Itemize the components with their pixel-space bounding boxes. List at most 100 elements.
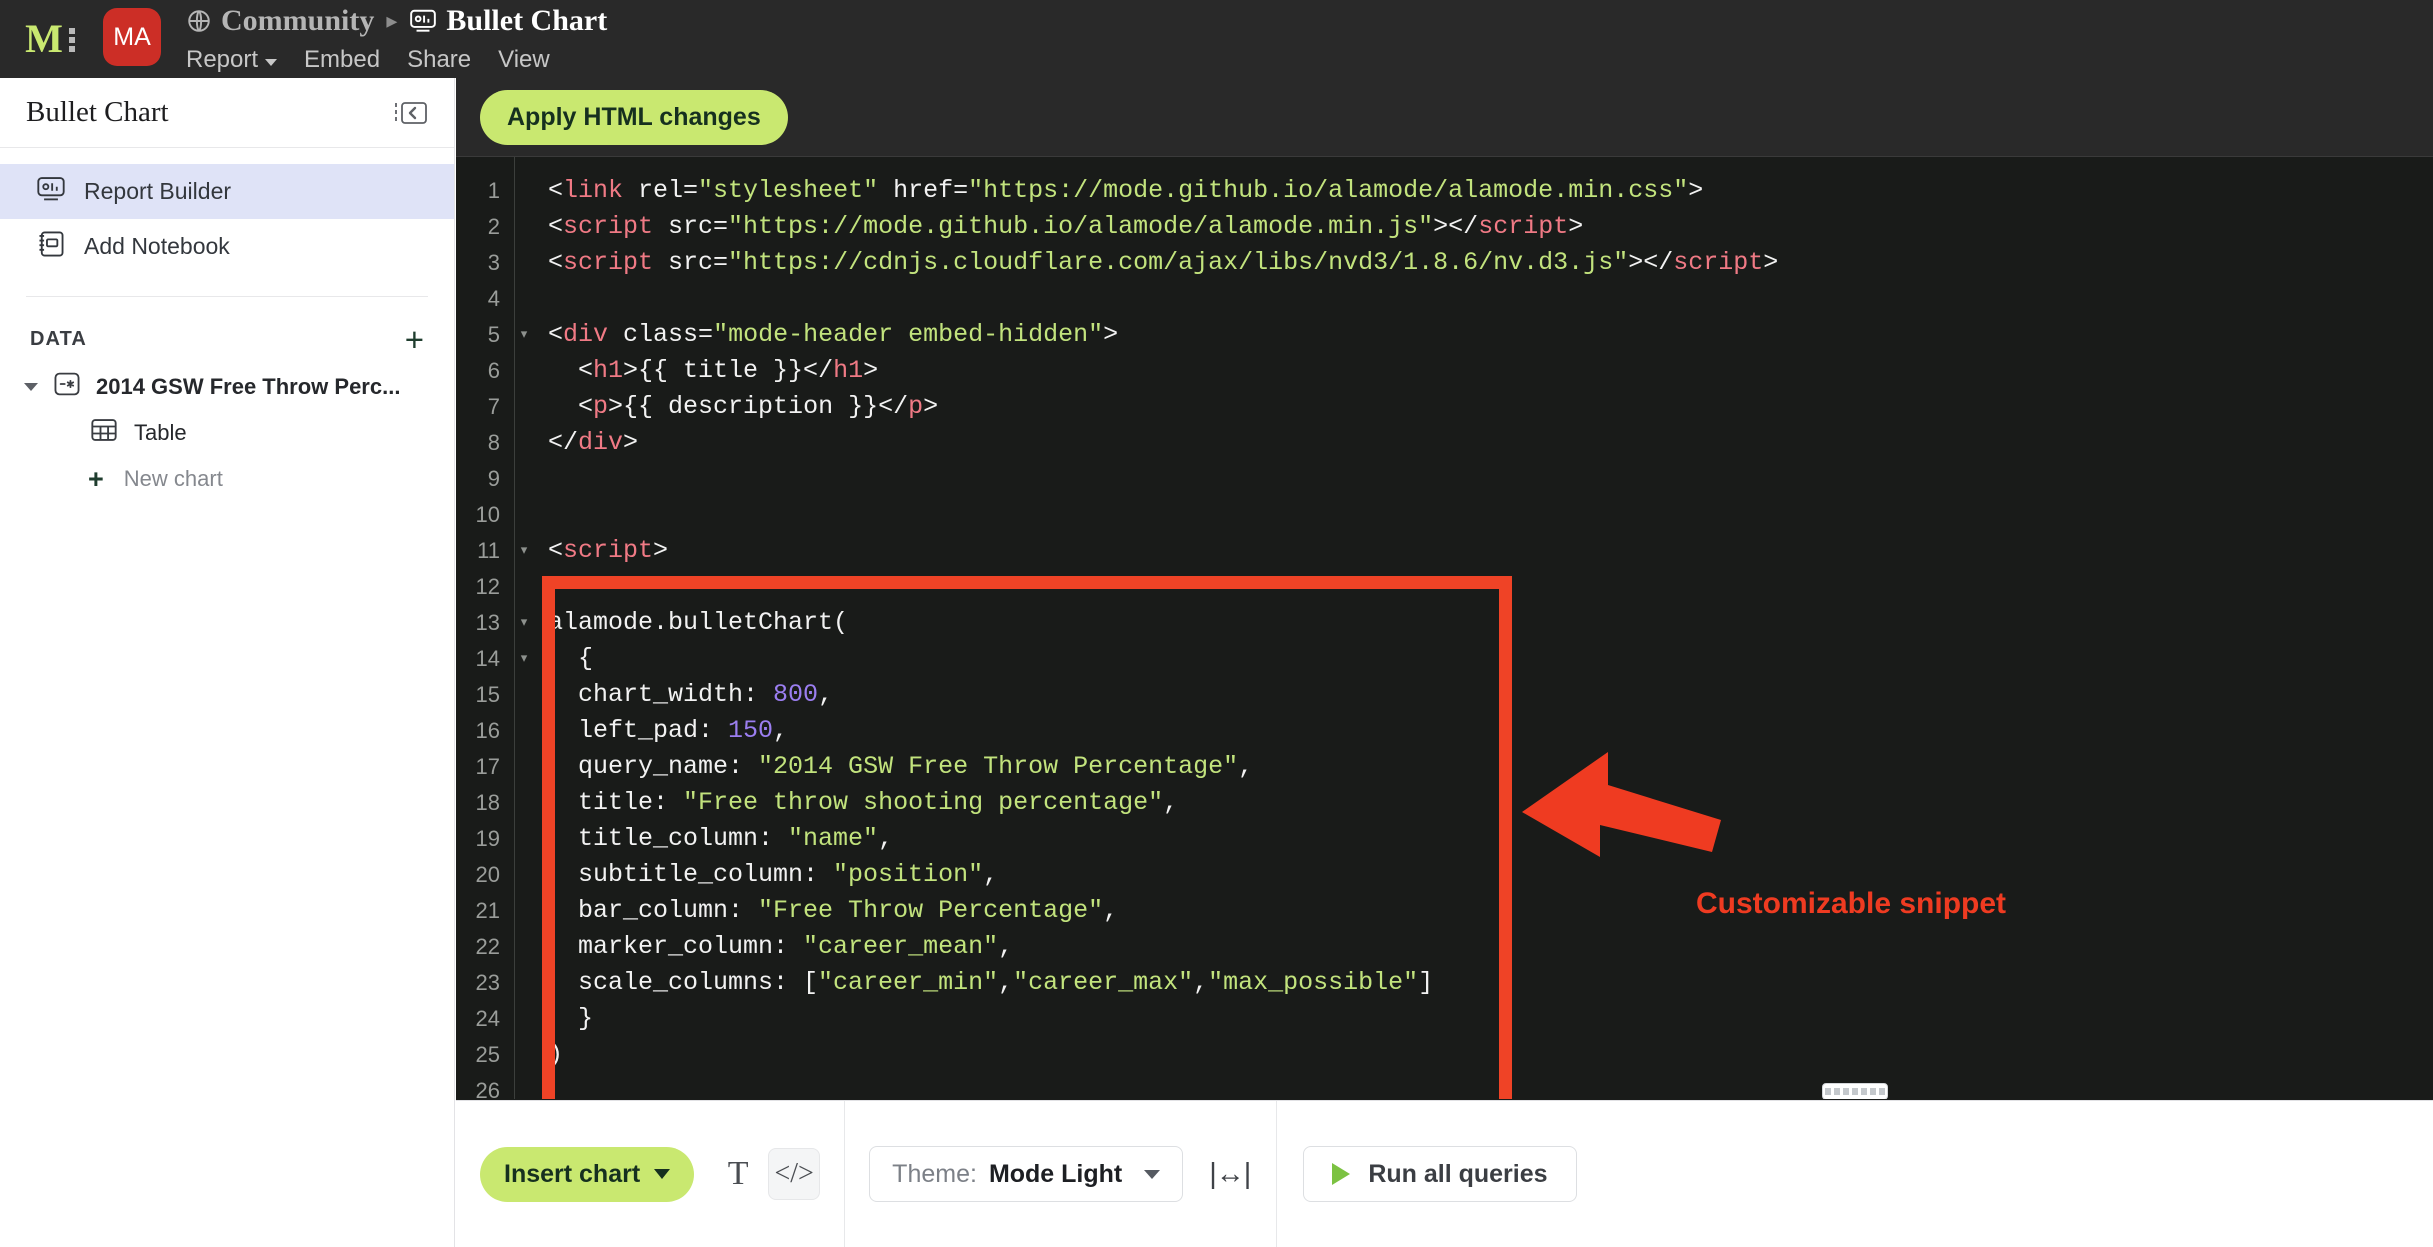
query-icon bbox=[52, 370, 82, 404]
chevron-down-icon bbox=[1144, 1169, 1161, 1179]
code-line[interactable]: 13 ▾ alamode.bulletChart( bbox=[456, 605, 2433, 641]
sidebar-item-report-builder-label: Report Builder bbox=[84, 178, 232, 204]
data-table-row[interactable]: Table bbox=[0, 410, 454, 456]
code-text: <h1>{{ title }}</h1> bbox=[548, 356, 879, 385]
code-line[interactable]: 23 scale_columns: ["career_min","career_… bbox=[456, 965, 2433, 1001]
code-text: subtitle_column: "position", bbox=[548, 860, 999, 889]
avatar[interactable]: MA bbox=[103, 8, 161, 66]
code-text: <script src="https://cdnjs.cloudflare.co… bbox=[548, 248, 1779, 277]
app-root: M MA Community ▸ Bullet Chart Report Emb… bbox=[0, 0, 2433, 1247]
theme-label: Theme: bbox=[892, 1159, 977, 1188]
code-line[interactable]: 25) bbox=[456, 1037, 2433, 1073]
chevron-down-icon[interactable] bbox=[24, 383, 38, 391]
table-icon bbox=[90, 417, 118, 449]
code-line[interactable]: 24 } bbox=[456, 1001, 2433, 1037]
panel-collapse-icon[interactable] bbox=[394, 100, 428, 126]
fit-width-icon[interactable]: |↔| bbox=[1209, 1158, 1251, 1191]
code-line[interactable]: 14 ▾ { bbox=[456, 641, 2433, 677]
line-number: 5 bbox=[487, 322, 500, 347]
code-editor[interactable]: 1 <link rel="stylesheet" href="https://mo… bbox=[456, 157, 2433, 1099]
breadcrumb-current: Bullet Chart bbox=[409, 4, 607, 38]
play-icon bbox=[1332, 1163, 1351, 1185]
mode-logo-button[interactable]: M bbox=[0, 0, 100, 78]
report-icon bbox=[409, 8, 437, 34]
menu-item-share-label: Share bbox=[407, 46, 472, 73]
editor-pane: Apply HTML changes 1 <link rel="styleshee… bbox=[456, 78, 2433, 1247]
code-line[interactable]: 2 <script src="https://mode.github.io/ala… bbox=[456, 209, 2433, 245]
code-line[interactable]: 12 bbox=[456, 569, 2433, 605]
data-table-label: Table bbox=[134, 420, 187, 445]
line-number: 16 bbox=[475, 718, 500, 743]
page-title: Bullet Chart bbox=[26, 96, 169, 128]
data-section-label: DATA bbox=[30, 328, 87, 350]
sidebar-item-report-builder[interactable]: Report Builder bbox=[0, 164, 454, 219]
text-tool-icon[interactable]: T bbox=[720, 1155, 756, 1193]
breadcrumb-parent[interactable]: Community bbox=[186, 4, 374, 38]
code-tool-icon[interactable]: </> bbox=[768, 1148, 821, 1200]
code-text: query_name: "2014 GSW Free Throw Percent… bbox=[548, 752, 1254, 781]
code-line[interactable]: 5 ▾ <div class="mode-header embed-hidden"> bbox=[456, 317, 2433, 353]
toolbar-divider-2 bbox=[1276, 1100, 1278, 1247]
code-line[interactable]: 7 <p>{{ description }}</p> bbox=[456, 389, 2433, 425]
line-number: 9 bbox=[487, 466, 500, 491]
code-text: <div class="mode-header embed-hidden"> bbox=[548, 320, 1119, 349]
sidebar-item-add-notebook-label: Add Notebook bbox=[84, 233, 230, 259]
code-text: { bbox=[548, 644, 594, 673]
code-line[interactable]: 10 bbox=[456, 497, 2433, 533]
code-line[interactable]: 15 chart_width: 800, bbox=[456, 677, 2433, 713]
sidebar: Bullet Chart Report Builder Add Notebook… bbox=[0, 78, 455, 1247]
code-line[interactable]: 3 <script src="https://cdnjs.cloudflare.c… bbox=[456, 245, 2433, 281]
fold-toggle-icon[interactable]: ▾ bbox=[514, 317, 534, 353]
breadcrumb: Community ▸ Bullet Chart bbox=[186, 0, 607, 42]
code-line[interactable]: 8 </div> bbox=[456, 425, 2433, 461]
line-number: 7 bbox=[487, 394, 500, 419]
code-text: </div> bbox=[548, 428, 639, 457]
breadcrumb-separator: ▸ bbox=[386, 8, 398, 33]
new-chart-row[interactable]: + New chart bbox=[0, 456, 454, 502]
insert-chart-button[interactable]: Insert chart bbox=[480, 1146, 695, 1202]
menu-item-report[interactable]: Report bbox=[186, 46, 278, 74]
menu-item-embed-label: Embed bbox=[304, 46, 381, 73]
apply-html-changes-button[interactable]: Apply HTML changes bbox=[480, 89, 788, 145]
code-text: alamode.bulletChart( bbox=[548, 608, 849, 637]
breadcrumb-parent-label: Community bbox=[221, 4, 375, 37]
menu-item-report-label: Report bbox=[186, 46, 259, 73]
line-number: 18 bbox=[475, 790, 500, 815]
fold-toggle-icon[interactable]: ▾ bbox=[514, 641, 534, 677]
add-data-button[interactable]: + bbox=[405, 323, 424, 356]
code-text: <script> bbox=[548, 536, 669, 565]
data-query-label: 2014 GSW Free Throw Perc... bbox=[96, 374, 401, 399]
resize-handle[interactable] bbox=[1822, 1083, 1888, 1099]
vertical-dots-icon[interactable] bbox=[68, 28, 75, 52]
line-number: 12 bbox=[475, 574, 500, 599]
code-text: marker_column: "career_mean", bbox=[548, 932, 1014, 961]
insert-chart-label: Insert chart bbox=[504, 1159, 641, 1188]
run-all-queries-button[interactable]: Run all queries bbox=[1303, 1146, 1577, 1202]
menu-item-view[interactable]: View bbox=[498, 46, 550, 74]
line-number: 24 bbox=[475, 1006, 500, 1031]
line-number: 10 bbox=[475, 502, 500, 527]
line-number: 26 bbox=[475, 1078, 500, 1099]
code-line[interactable]: 6 <h1>{{ title }}</h1> bbox=[456, 353, 2433, 389]
top-bar: M MA Community ▸ Bullet Chart Report Emb… bbox=[0, 0, 2433, 78]
sidebar-item-add-notebook[interactable]: Add Notebook bbox=[0, 219, 454, 274]
data-query-row[interactable]: 2014 GSW Free Throw Perc... bbox=[0, 364, 454, 410]
code-text: ) bbox=[548, 1040, 564, 1069]
code-line[interactable]: 11 ▾ <script> bbox=[456, 533, 2433, 569]
code-lines[interactable]: 1 <link rel="stylesheet" href="https://mo… bbox=[456, 173, 2433, 1099]
breadcrumb-current-label: Bullet Chart bbox=[446, 4, 608, 37]
globe-icon bbox=[186, 8, 212, 34]
theme-value: Mode Light bbox=[988, 1159, 1123, 1188]
theme-selector[interactable]: Theme: Mode Light bbox=[869, 1146, 1184, 1202]
menu-item-embed[interactable]: Embed bbox=[304, 46, 380, 74]
code-line[interactable]: 26 bbox=[456, 1073, 2433, 1099]
apply-bar: Apply HTML changes bbox=[456, 78, 2433, 157]
toolbar-divider bbox=[844, 1100, 846, 1247]
fold-toggle-icon[interactable]: ▾ bbox=[514, 605, 534, 641]
sidebar-header: Bullet Chart bbox=[0, 78, 454, 148]
menu-item-share[interactable]: Share bbox=[407, 46, 471, 74]
code-line[interactable]: 1 <link rel="stylesheet" href="https://mo… bbox=[456, 173, 2433, 209]
code-line[interactable]: 9 bbox=[456, 461, 2433, 497]
fold-toggle-icon[interactable]: ▾ bbox=[514, 533, 534, 569]
code-line[interactable]: 4 bbox=[456, 281, 2433, 317]
